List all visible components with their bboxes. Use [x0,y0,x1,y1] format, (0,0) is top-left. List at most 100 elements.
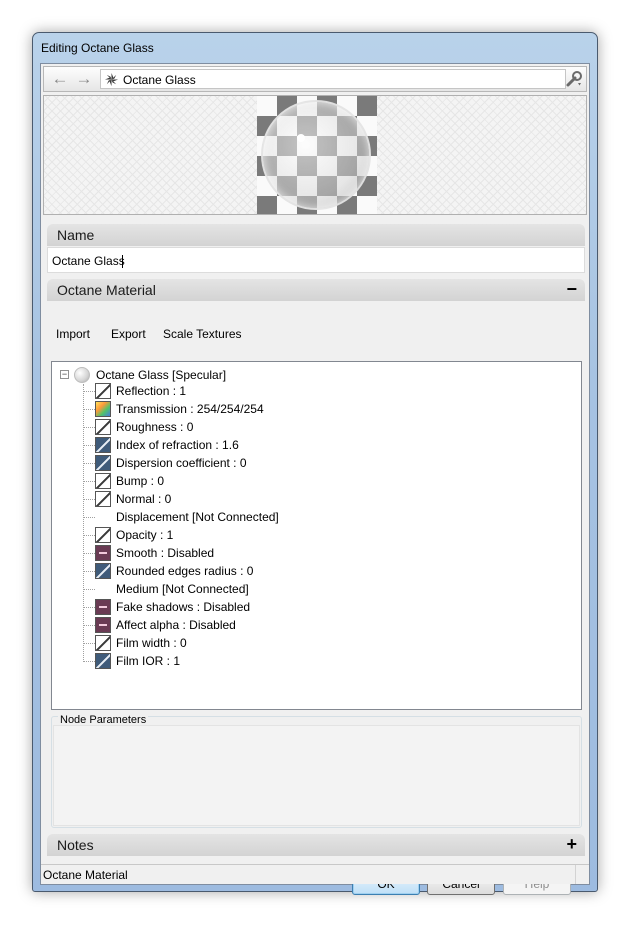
window-title: Editing Octane Glass [41,41,154,55]
tree-item-medium[interactable]: Medium [Not Connected] [83,580,503,598]
tree-item-label: Bump : 0 [116,474,165,488]
tree-item-label: Reflection : 1 [116,384,187,398]
tree-branch-line [83,625,95,626]
material-toolbar: Import Export Scale Textures [47,322,585,346]
resize-grip[interactable] [575,865,589,884]
tree-branch-line [83,409,95,410]
tree-root-label: Octane Glass [Specular] [96,368,227,382]
collapse-icon[interactable]: − [566,279,577,300]
tree-item-opacity[interactable]: Opacity : 1 [83,526,503,544]
forward-arrow-icon[interactable]: → [74,70,94,88]
float-dark-pin-icon [95,653,111,669]
octane-material-section-title: Octane Material [57,282,156,298]
tree-item-displacement[interactable]: Displacement [Not Connected] [83,508,503,526]
tree-branch-line [83,553,95,554]
node-parameters-group: Node Parameters [51,714,582,828]
name-input[interactable]: Octane Glass [47,247,585,273]
import-button[interactable]: Import [56,327,90,341]
wrench-icon[interactable] [564,69,584,89]
float-pin-icon [95,419,111,435]
bool-pin-icon [95,545,111,561]
tree-branch-line [83,391,95,392]
tree-branch-line [83,589,95,590]
tree-item-transmission[interactable]: Transmission : 254/254/254 [83,400,503,418]
tree-expander-icon[interactable]: − [60,370,69,379]
tree-branch-line [83,643,95,644]
float-dark-pin-icon [95,563,111,579]
tree-branch-line [83,499,95,500]
navigation-bar: ← → Octane Glass [43,66,587,92]
node-path-field[interactable]: Octane Glass [100,69,566,89]
sphere-highlight [297,134,305,142]
tree-item-film-width[interactable]: Film width : 0 [83,634,503,652]
tree-item-reflection[interactable]: Reflection : 1 [83,382,503,400]
empty-pin-icon [95,509,111,525]
notes-section-header[interactable]: Notes + [47,834,585,856]
glass-sphere [261,100,371,210]
tree-branch-line [83,517,95,518]
scale-textures-button[interactable]: Scale Textures [163,327,242,341]
float-dark-pin-icon [95,455,111,471]
tree-item-roughness[interactable]: Roughness : 0 [83,418,503,436]
text-caret [122,255,123,268]
client-area: ← → Octane Glass Name Octane Glass Octan… [40,63,590,895]
export-button[interactable]: Export [111,327,146,341]
tree-item-film-ior[interactable]: Film IOR : 1 [83,652,503,670]
float-pin-icon [95,473,111,489]
tree-item-affect-alpha[interactable]: Affect alpha : Disabled [83,616,503,634]
tree-branch-line [83,445,95,446]
tree-item-label: Displacement [Not Connected] [116,510,279,524]
tree-item-label: Affect alpha : Disabled [116,618,236,632]
material-preview [43,95,587,215]
tree-item-label: Film IOR : 1 [116,654,181,668]
status-bar: Octane Material [41,864,589,884]
float-pin-icon [95,635,111,651]
tree-item-label: Transmission : 254/254/254 [116,402,264,416]
float-pin-icon [95,527,111,543]
tree-item-rounded-edges-radius[interactable]: Rounded edges radius : 0 [83,562,503,580]
tree-item-label: Rounded edges radius : 0 [116,564,254,578]
float-pin-icon [95,383,111,399]
bool-pin-icon [95,617,111,633]
tree-branch-line [83,607,95,608]
tree-item-bump[interactable]: Bump : 0 [83,472,503,490]
name-section-header[interactable]: Name [47,224,585,246]
float-pin-icon [95,491,111,507]
tree-item-label: Opacity : 1 [116,528,174,542]
editor-window: Editing Octane Glass ← → Octane Glass Na… [32,32,598,895]
tree-item-index-of-refraction[interactable]: Index of refraction : 1.6 [83,436,503,454]
title-bar[interactable]: Editing Octane Glass [33,33,597,61]
tree-item-label: Roughness : 0 [116,420,194,434]
tree-item-dispersion-coefficient[interactable]: Dispersion coefficient : 0 [83,454,503,472]
name-input-value: Octane Glass [52,254,125,268]
tree-branch-line [83,571,95,572]
tree-item-label: Dispersion coefficient : 0 [116,456,247,470]
status-text: Octane Material [43,868,128,882]
node-tree[interactable]: − Octane Glass [Specular] Reflection : 1… [51,361,582,710]
tree-branch-line [83,463,95,464]
tree-item-label: Index of refraction : 1.6 [116,438,239,452]
tree-branch-line [83,661,95,662]
rgb-pin-icon [95,401,111,417]
back-arrow-icon[interactable]: ← [50,70,70,88]
name-section-title: Name [57,227,95,243]
tree-item-normal[interactable]: Normal : 0 [83,490,503,508]
tree-item-label: Film width : 0 [116,636,187,650]
expand-icon[interactable]: + [566,834,577,855]
empty-pin-icon [95,581,111,597]
tree-item-smooth[interactable]: Smooth : Disabled [83,544,503,562]
tree-branch-line [83,535,95,536]
tree-item-label: Medium [Not Connected] [116,582,249,596]
notes-section-title: Notes [57,837,94,853]
glass-preview-render [257,96,377,214]
tree-item-label: Smooth : Disabled [116,546,215,560]
float-dark-pin-icon [95,437,111,453]
node-path-label: Octane Glass [123,73,196,87]
octane-material-section-header[interactable]: Octane Material − [47,279,585,301]
node-parameters-panel [53,725,580,826]
tree-item-fake-shadows[interactable]: Fake shadows : Disabled [83,598,503,616]
bool-pin-icon [95,599,111,615]
tree-item-label: Fake shadows : Disabled [116,600,251,614]
material-sphere-icon [74,367,90,383]
octane-logo-icon [104,72,119,87]
